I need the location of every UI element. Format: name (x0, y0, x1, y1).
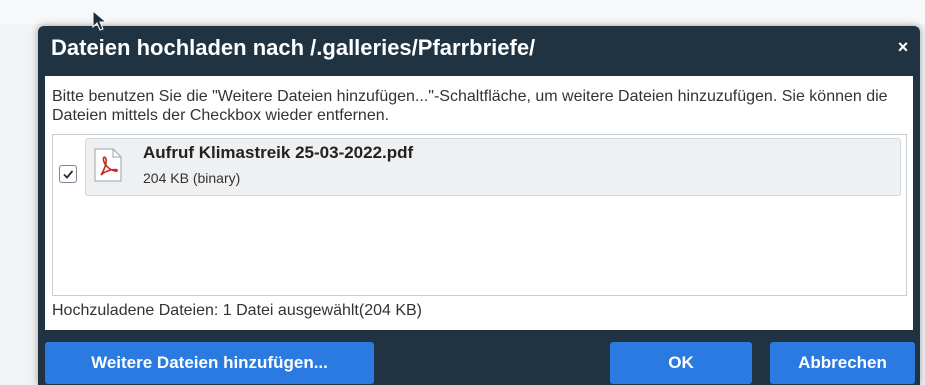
file-meta: 204 KB (binary) (143, 170, 241, 186)
dialog-title: Dateien hochladen nach /.galleries/Pfarr… (51, 35, 536, 60)
instructions-text: Bitte benutzen Sie die "Weitere Dateien … (52, 88, 888, 124)
dialog-content: Bitte benutzen Sie die "Weitere Dateien … (45, 76, 913, 330)
cancel-button[interactable]: Abbrechen (770, 342, 915, 384)
add-files-button[interactable]: Weitere Dateien hinzufügen... (45, 342, 374, 384)
file-name: Aufruf Klimastreik 25-03-2022.pdf (143, 143, 414, 162)
upload-dialog: Dateien hochladen nach /.galleries/Pfarr… (38, 26, 920, 385)
file-row: Aufruf Klimastreik 25-03-2022.pdf 204 KB… (53, 135, 906, 197)
pdf-icon (94, 148, 122, 182)
close-icon[interactable]: × (894, 38, 912, 56)
file-card: Aufruf Klimastreik 25-03-2022.pdf 204 KB… (85, 138, 901, 196)
background-decoration (10, 70, 30, 110)
file-checkbox[interactable] (59, 165, 77, 183)
upload-summary: Hochzuladene Dateien: 1 Datei ausgewählt… (52, 302, 423, 319)
mouse-cursor-icon (92, 10, 108, 31)
ok-button[interactable]: OK (610, 342, 752, 384)
dialog-titlebar: Dateien hochladen nach /.galleries/Pfarr… (38, 26, 920, 72)
file-list: Aufruf Klimastreik 25-03-2022.pdf 204 KB… (52, 134, 907, 296)
checkmark-icon (63, 170, 74, 179)
background-header (0, 0, 925, 24)
